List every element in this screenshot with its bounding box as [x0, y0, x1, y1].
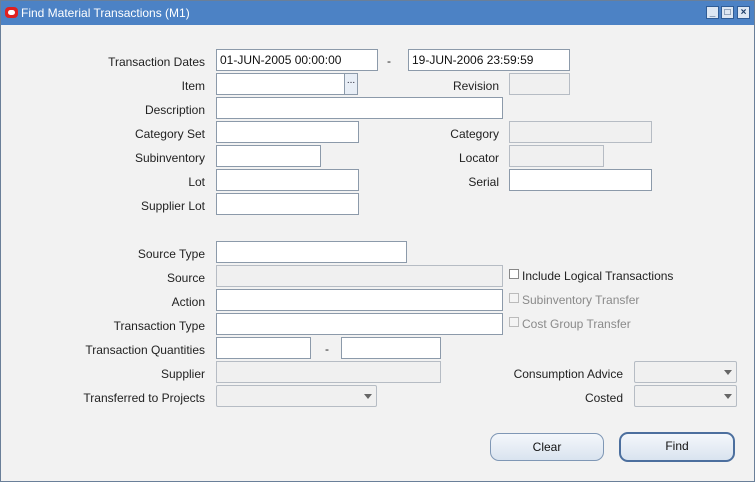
oracle-logo-icon: [5, 7, 18, 18]
supplier-label: Supplier: [160, 367, 205, 381]
cost-group-transfer-label: Cost Group Transfer: [522, 317, 631, 331]
supplier-field: [216, 361, 441, 383]
transaction-date-from-input[interactable]: [216, 49, 378, 71]
find-form: Transaction Dates - Item ... Revision De…: [2, 25, 753, 480]
supplier-lot-input[interactable]: [216, 193, 359, 215]
serial-input[interactable]: [509, 169, 652, 191]
chevron-down-icon: [724, 394, 732, 399]
category-set-label: Category Set: [134, 127, 205, 141]
date-range-separator: -: [387, 54, 391, 68]
serial-label: Serial: [468, 175, 499, 189]
item-lov-button[interactable]: ...: [344, 73, 358, 95]
consumption-advice-select[interactable]: [634, 361, 737, 383]
transaction-dates-label: Transaction Dates: [108, 55, 205, 69]
lot-label: Lot: [188, 175, 205, 189]
find-material-transactions-window: Find Material Transactions (M1) _ □ × Tr…: [0, 0, 755, 482]
maximize-icon[interactable]: □: [721, 6, 734, 19]
revision-label: Revision: [452, 79, 499, 93]
subinventory-transfer-label: Subinventory Transfer: [522, 293, 640, 307]
description-label: Description: [144, 103, 205, 117]
transaction-type-label: Transaction Type: [113, 319, 205, 333]
transaction-qty-to-input[interactable]: [341, 337, 441, 359]
costed-select[interactable]: [634, 385, 737, 407]
transferred-to-projects-label: Transferred to Projects: [83, 391, 205, 405]
locator-label: Locator: [458, 151, 499, 165]
subinventory-label: Subinventory: [134, 151, 205, 165]
action-input[interactable]: [216, 289, 503, 311]
chevron-down-icon: [724, 370, 732, 375]
find-button[interactable]: Find: [619, 432, 735, 462]
title-bar: Find Material Transactions (M1) _ □ ×: [1, 1, 754, 25]
clear-button[interactable]: Clear: [490, 433, 604, 461]
transaction-date-to-input[interactable]: [408, 49, 570, 71]
source-type-input[interactable]: [216, 241, 407, 263]
description-input[interactable]: [216, 97, 503, 119]
minimize-icon[interactable]: _: [706, 6, 719, 19]
category-set-input[interactable]: [216, 121, 359, 143]
transaction-qty-from-input[interactable]: [216, 337, 311, 359]
category-field: [509, 121, 652, 143]
subinventory-input[interactable]: [216, 145, 321, 167]
category-label: Category: [450, 127, 499, 141]
close-icon[interactable]: ×: [737, 6, 750, 19]
cost-group-transfer-checkbox: [509, 317, 519, 327]
transferred-to-projects-select[interactable]: [216, 385, 377, 407]
revision-field: [509, 73, 570, 95]
supplier-lot-label: Supplier Lot: [140, 199, 205, 213]
qty-range-separator: -: [325, 342, 329, 356]
window-title: Find Material Transactions (M1): [21, 6, 190, 20]
source-label: Source: [166, 271, 205, 285]
transaction-quantities-label: Transaction Quantities: [85, 343, 205, 357]
transaction-type-input[interactable]: [216, 313, 503, 335]
source-field: [216, 265, 503, 287]
lot-input[interactable]: [216, 169, 359, 191]
costed-label: Costed: [584, 391, 623, 405]
item-label: Item: [181, 79, 205, 93]
include-logical-checkbox[interactable]: [509, 269, 519, 279]
consumption-advice-label: Consumption Advice: [513, 367, 623, 381]
chevron-down-icon: [364, 394, 372, 399]
subinventory-transfer-checkbox: [509, 293, 519, 303]
source-type-label: Source Type: [137, 247, 205, 261]
include-logical-label: Include Logical Transactions: [522, 269, 674, 283]
item-input[interactable]: [216, 73, 345, 95]
locator-field: [509, 145, 604, 167]
action-label: Action: [171, 295, 205, 309]
